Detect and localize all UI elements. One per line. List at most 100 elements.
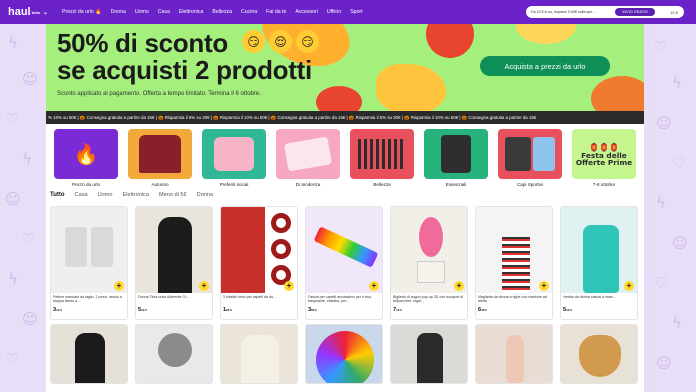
- product-title: Donna Tinta unita Aderente Cr...: [138, 295, 190, 299]
- chevron-down-icon[interactable]: ⌄: [43, 9, 48, 16]
- nav-link-accessori[interactable]: Accessori: [295, 9, 318, 15]
- bolt-doodle-icon: ϟ: [656, 194, 666, 212]
- photo-shape: [221, 207, 265, 293]
- smile-doodle-icon: ☺: [656, 354, 672, 372]
- product-card[interactable]: + 3 elastici rossi per capelli da do... …: [220, 206, 298, 320]
- heart-doodle-icon: ♡: [22, 230, 36, 248]
- bolt-doodle-icon: ϟ: [672, 74, 682, 92]
- nav-link-cucina[interactable]: Cucina: [241, 9, 257, 15]
- tab-meno-di-5[interactable]: Meno di 5€: [159, 192, 187, 198]
- product-price: 380 €: [306, 305, 382, 313]
- price-cents: 13 €: [566, 308, 572, 312]
- shop-now-button[interactable]: Acquista a prezzi da urlo: [480, 56, 610, 76]
- product-image: [306, 207, 382, 293]
- tab-tutto[interactable]: Tutto: [50, 192, 65, 198]
- hero-banner[interactable]: 50% di sconto se acquisti 2 prodotti 😏 😌…: [46, 24, 644, 111]
- product-title: Maglietta da donna a righe con maniche a…: [478, 295, 547, 304]
- filter-tabs: Tutto Casa Uomo Elettronica Meno di 5€ D…: [50, 192, 213, 198]
- product-card[interactable]: + Pettine manuale da taglio, 2 pezzi, ra…: [50, 206, 128, 320]
- tab-elettronica[interactable]: Elettronica: [123, 192, 149, 198]
- scrunchie-shape: [271, 239, 291, 259]
- tshirt-shape: [533, 137, 555, 171]
- hero-title-line1: 50% di sconto: [57, 28, 228, 58]
- nav-link-elettronica[interactable]: Elettronica: [179, 9, 204, 15]
- tab-uomo[interactable]: Uomo: [98, 192, 113, 198]
- product-title: Fascia per capelli arcobaleno per il vis…: [308, 295, 372, 304]
- free-shipping-progress[interactable]: Da 15 € in su, risparmi 5,00€ sulla spe.…: [526, 6, 684, 18]
- product-card[interactable]: + Biglietto di auguri pop-up 3D con bouq…: [390, 206, 468, 320]
- product-price: 312 €: [51, 305, 127, 313]
- price-cents: 12 €: [56, 308, 62, 312]
- dog-plush-shape: [579, 335, 621, 377]
- top-shape: [241, 335, 279, 383]
- comb-shape: [91, 227, 113, 267]
- festa-icon: 🏮🏮🏮 Festa delle Offerte Prime: [572, 129, 636, 179]
- add-to-cart-icon[interactable]: +: [199, 281, 209, 291]
- product-card[interactable]: [305, 324, 383, 384]
- product-image: [391, 325, 467, 383]
- social-icon: [202, 129, 266, 179]
- nav-link-casa[interactable]: Casa: [158, 9, 170, 15]
- price-cents: 80 €: [226, 308, 232, 312]
- add-to-cart-icon[interactable]: +: [454, 281, 464, 291]
- tab-donna[interactable]: Donna: [197, 192, 213, 198]
- add-to-cart-icon[interactable]: +: [114, 281, 124, 291]
- product-image: [51, 325, 127, 383]
- category-preferiti-social[interactable]: Preferiti social: [202, 129, 266, 187]
- bolt-doodle-icon: ϟ: [8, 34, 18, 52]
- product-card[interactable]: [390, 324, 468, 384]
- leg-shape: [506, 335, 524, 383]
- product-card[interactable]: [135, 324, 213, 384]
- brush-icon: [350, 129, 414, 179]
- category-essenziali[interactable]: Essenziali: [424, 129, 488, 187]
- nav-link-bellezza[interactable]: Bellezza: [212, 9, 232, 15]
- nav-link-donna[interactable]: Donna: [111, 9, 126, 15]
- product-image: [306, 325, 382, 383]
- product-card[interactable]: + Fascia per capelli arcobaleno per il v…: [305, 206, 383, 320]
- category-label: Bellezza: [373, 182, 391, 187]
- heart-doodle-icon: ♡: [6, 110, 20, 128]
- smile-doodle-icon: ☺: [22, 70, 38, 88]
- left-decor-panel: ϟ ☺ ♡ ϟ ☺ ♡ ϟ ☺ ♡: [0, 24, 46, 392]
- product-card[interactable]: + Vestito da donna casual a mani... 513 …: [560, 206, 638, 320]
- category-autunno[interactable]: Autunno: [128, 129, 192, 187]
- nav-link-ufficio[interactable]: Ufficio: [327, 9, 341, 15]
- nav-link-fai-da-te[interactable]: Fai da te: [266, 9, 286, 15]
- add-to-cart-icon[interactable]: +: [284, 281, 294, 291]
- category-festa-offerte-prime[interactable]: 🏮🏮🏮 Festa delle Offerte Prime 7-8 ottobr…: [572, 129, 636, 187]
- product-card[interactable]: [475, 324, 553, 384]
- haul-logo[interactable]: haul beta ⌄: [8, 6, 52, 18]
- logo-text: haul: [8, 6, 31, 18]
- product-card[interactable]: [560, 324, 638, 384]
- jacket-shape: [417, 333, 443, 383]
- product-card[interactable]: [220, 324, 298, 384]
- product-image: [561, 325, 637, 383]
- product-card[interactable]: [50, 324, 128, 384]
- category-label: Di tendenza: [295, 182, 321, 187]
- nav-link-sport[interactable]: Sport: [350, 9, 362, 15]
- product-card[interactable]: + Donna Tinta unita Aderente Cr... 513 €: [135, 206, 213, 320]
- category-label: 7-8 ottobre: [592, 182, 616, 187]
- product-price: 713 €: [391, 305, 467, 313]
- nav-link-prezzi-da-urlo[interactable]: Prezzi da urlo 🔥: [62, 9, 102, 15]
- scrunchie-shape: [271, 213, 291, 233]
- category-bellezza[interactable]: Bellezza: [350, 129, 414, 187]
- category-prezzi-da-urlo[interactable]: 🔥 Prezzi da urlo: [54, 129, 118, 187]
- nav-link-uomo[interactable]: Uomo: [135, 9, 149, 15]
- product-card[interactable]: + Maglietta da donna a righe con maniche…: [475, 206, 553, 320]
- add-to-cart-icon[interactable]: +: [369, 281, 379, 291]
- decor-blob: [516, 24, 576, 44]
- category-nav: Prezzi da urlo 🔥 Donna Uomo Casa Elettro…: [62, 9, 363, 15]
- category-capi-sportivi[interactable]: Capi Sportivi: [498, 129, 562, 187]
- category-di-tendenza[interactable]: Di tendenza: [276, 129, 340, 187]
- smile-doodle-icon: ☺: [22, 310, 38, 328]
- relieved-emoji-icon: 😌: [269, 30, 292, 53]
- product-title: Vestito da donna casual a mani...: [563, 295, 616, 299]
- add-to-cart-icon[interactable]: +: [539, 281, 549, 291]
- price-cents: 13 €: [396, 308, 402, 312]
- add-to-cart-icon[interactable]: +: [624, 281, 634, 291]
- price-cents: 13 €: [141, 308, 147, 312]
- category-carousel: 🔥 Prezzi da urlo Autunno Preferiti socia…: [54, 129, 636, 187]
- tab-casa[interactable]: Casa: [75, 192, 88, 198]
- dress-shape: [75, 333, 105, 383]
